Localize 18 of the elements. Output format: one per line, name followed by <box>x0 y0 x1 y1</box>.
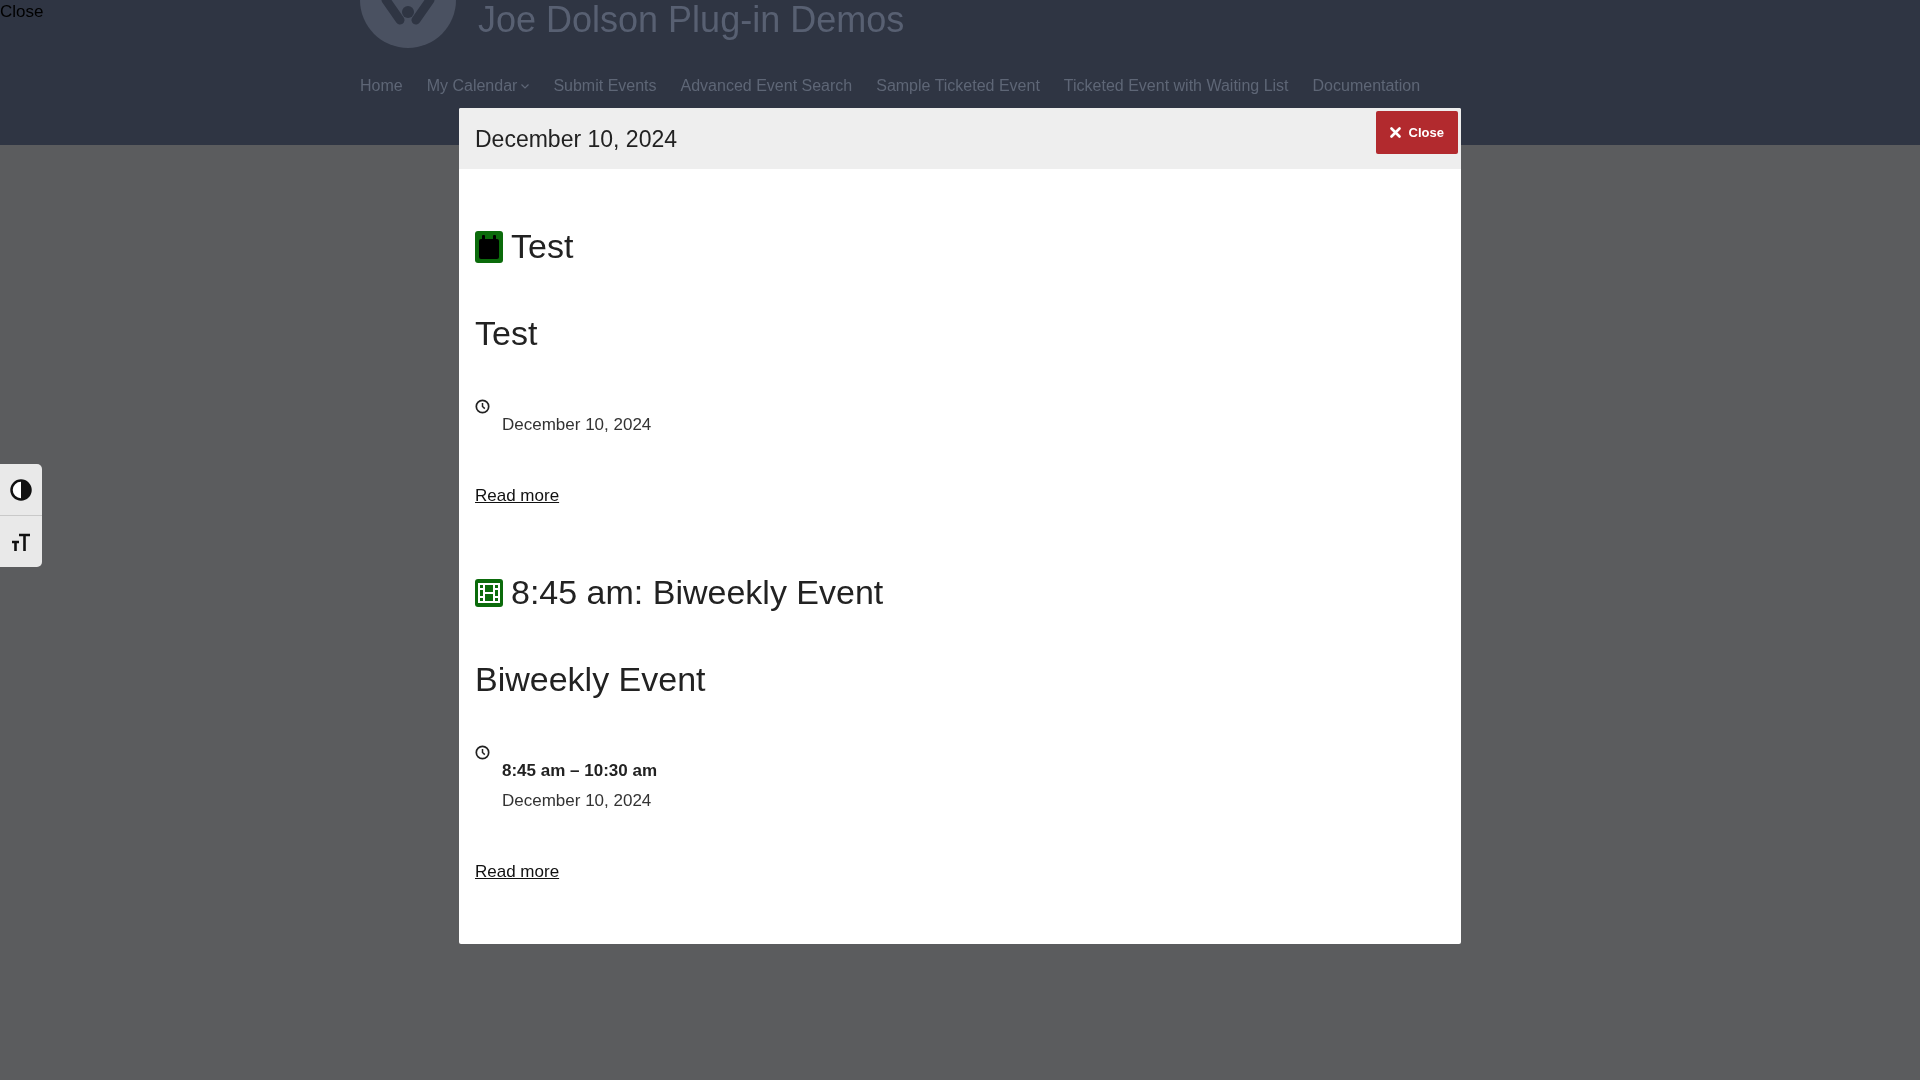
clock-icon <box>475 399 490 414</box>
event-heading: Test <box>511 226 574 267</box>
event-date: December 10, 2024 <box>502 414 652 436</box>
clock-icon <box>475 745 490 760</box>
close-link[interactable]: Close <box>0 1 44 23</box>
read-more-link[interactable]: Read more <box>475 860 560 884</box>
film-icon <box>475 578 503 607</box>
event-time: 8:45 am – 10:30 am <box>502 760 657 782</box>
contrast-icon <box>10 478 32 501</box>
modal-title: December 10, 2024 <box>475 124 677 154</box>
event-heading: 8:45 am: Biweekly Event <box>511 572 884 613</box>
calendar-icon <box>475 230 503 263</box>
read-more-link[interactable]: Read more <box>475 484 560 508</box>
close-button[interactable]: Close <box>1375 111 1458 154</box>
close-icon <box>1389 127 1401 138</box>
event-date: December 10, 2024 <box>502 790 652 812</box>
event-title: Biweekly Event <box>475 659 706 700</box>
event-title: Test <box>475 313 538 354</box>
